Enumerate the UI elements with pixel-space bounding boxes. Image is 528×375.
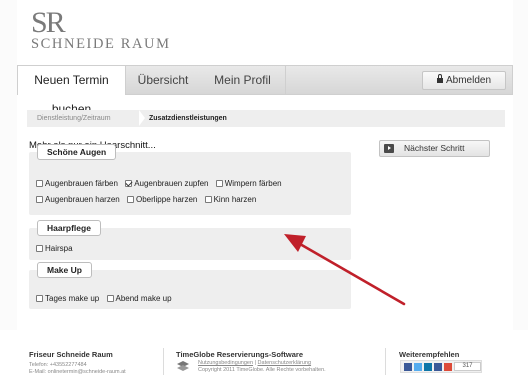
footer-recommend-title: Weiterempfehlen (399, 350, 460, 359)
footer-salon-title: Friseur Schneide Raum (29, 350, 113, 359)
footer-divider (163, 348, 164, 375)
share-count: 317 (454, 362, 481, 371)
timeglobe-logo-icon (177, 361, 189, 371)
privacy-link[interactable]: Datenschutzerklärung (258, 360, 312, 366)
twitter-icon[interactable] (414, 363, 422, 371)
copyright-text: Copyright 2011 TimeGlobe. Alle Rechte vo… (198, 366, 326, 373)
footer-salon: Friseur Schneide Raum Telefon: +43552277… (29, 350, 126, 375)
footer-recommend: Weiterempfehlen 317 (399, 350, 482, 373)
share-icon[interactable] (434, 363, 442, 371)
footer-software: TimeGlobe Reservierungs-Software Nutzung… (176, 350, 326, 373)
annotation-arrow-icon (284, 234, 406, 306)
footer-email[interactable]: E-Mail: onlinetermin@schneide-raum.at (29, 369, 126, 375)
share-bar: 317 (400, 360, 482, 373)
terms-link[interactable]: Nutzungsbedingungen (198, 360, 253, 366)
link-separator: | (254, 360, 257, 366)
facebook-icon[interactable] (404, 363, 412, 371)
arrow-shaft (298, 242, 406, 306)
arrow-head (284, 234, 306, 252)
footer-links: Nutzungsbedingungen | Datenschutzerkläru… (198, 360, 326, 373)
footer-divider (385, 348, 386, 375)
google-plus-icon[interactable] (444, 363, 452, 371)
footer: Friseur Schneide Raum Telefon: +43552277… (0, 330, 528, 375)
footer-software-title: TimeGlobe Reservierungs-Software (176, 350, 303, 359)
linkedin-icon[interactable] (424, 363, 432, 371)
